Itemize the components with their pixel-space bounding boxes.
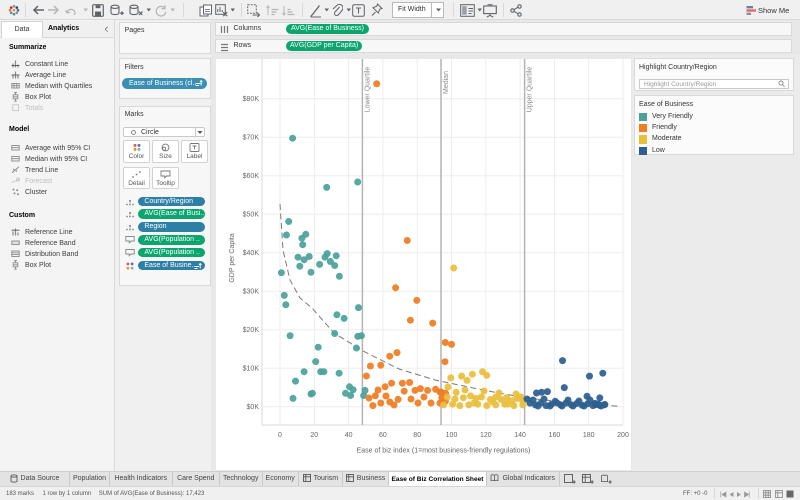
svg-text:Median: Median	[443, 71, 450, 94]
svg-text:40: 40	[345, 432, 353, 439]
svg-text:GDP per Capita: GDP per Capita	[229, 233, 236, 282]
svg-text:$0K: $0K	[247, 404, 260, 411]
svg-text:0: 0	[278, 432, 282, 439]
svg-text:$40K: $40K	[243, 250, 260, 257]
svg-text:$30K: $30K	[243, 289, 260, 296]
svg-text:160: 160	[549, 432, 561, 439]
svg-text:Lower Quartile: Lower Quartile	[364, 67, 371, 113]
svg-text:140: 140	[514, 432, 526, 439]
svg-text:Ease of biz index (1=most busi: Ease of biz index (1=most business-frien…	[357, 448, 531, 455]
svg-text:$60K: $60K	[243, 173, 260, 180]
svg-text:20: 20	[310, 432, 318, 439]
svg-text:$70K: $70K	[243, 135, 260, 142]
svg-text:100: 100	[446, 432, 458, 439]
svg-text:200: 200	[617, 432, 629, 439]
svg-text:60: 60	[379, 432, 387, 439]
svg-text:120: 120	[480, 432, 492, 439]
svg-text:Upper Quartile: Upper Quartile	[527, 67, 534, 113]
svg-text:$80K: $80K	[243, 96, 260, 103]
svg-text:$10K: $10K	[243, 366, 260, 373]
svg-text:180: 180	[583, 432, 595, 439]
svg-text:80: 80	[413, 432, 421, 439]
svg-text:$20K: $20K	[243, 327, 260, 334]
svg-text:$50K: $50K	[243, 212, 260, 219]
